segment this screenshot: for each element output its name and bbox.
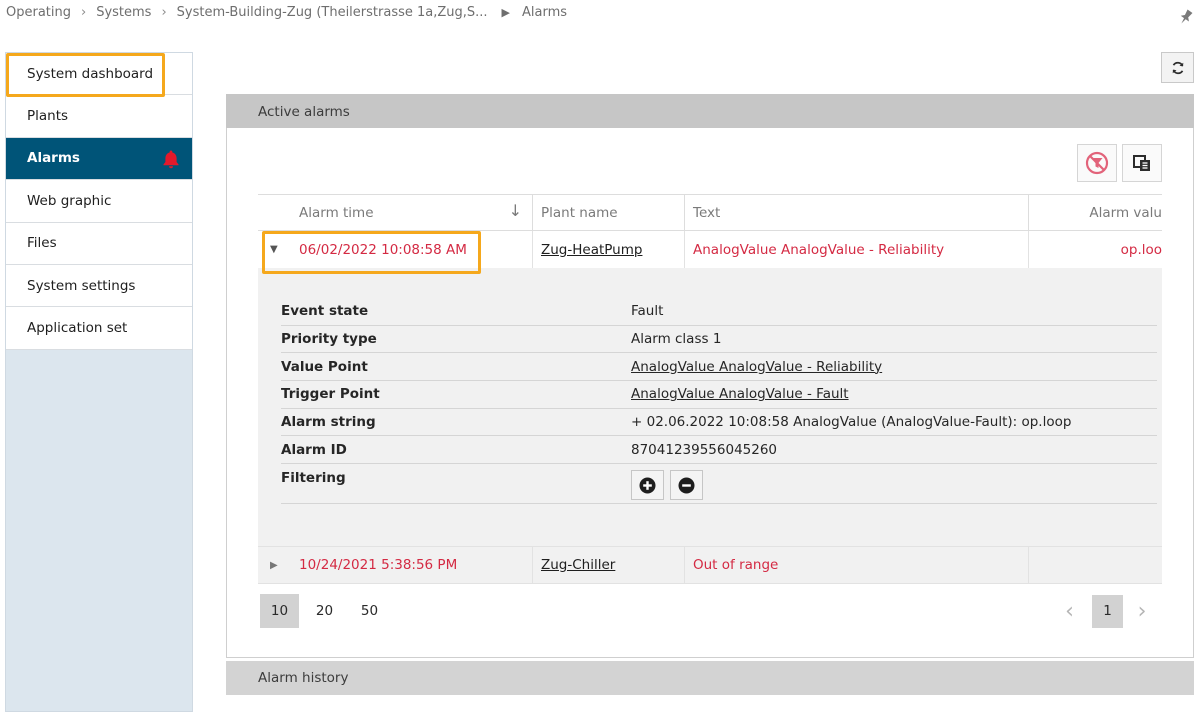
sidebar-item-label: System dashboard: [27, 65, 154, 82]
refresh-icon: [1172, 61, 1183, 74]
chevron-right-icon: ›: [161, 5, 167, 20]
page-size-option[interactable]: 20: [305, 594, 344, 628]
minus-circle-icon: [678, 477, 695, 494]
refresh-button[interactable]: [1161, 52, 1194, 83]
chevron-right-icon: ›: [81, 5, 87, 20]
alarm-text: Out of range: [693, 557, 779, 573]
sidebar: System dashboard Plants Alarms Web graph…: [5, 52, 193, 712]
alarm-time: 06/02/2022 10:08:58 AM: [299, 241, 467, 258]
alarm-time-cell: ▼ 06/02/2022 10:08:58 AM: [258, 231, 533, 268]
pin-icon[interactable]: [1177, 8, 1195, 26]
trigger-point-link[interactable]: AnalogValue AnalogValue - Fault: [631, 386, 849, 402]
detail-value: 87041239556045260: [631, 441, 778, 458]
breadcrumb-operating[interactable]: Operating: [6, 5, 71, 20]
plant-link[interactable]: Zug-HeatPump: [541, 242, 642, 258]
filter-clear-icon: [1085, 151, 1109, 175]
detail-row-alarm-id: Alarm ID 87041239556045260: [281, 437, 1157, 465]
sidebar-item-label: Application set: [27, 320, 128, 337]
value-point-link[interactable]: AnalogValue AnalogValue - Reliability: [631, 359, 882, 375]
expand-caret-icon[interactable]: ▶: [270, 560, 299, 571]
sidebar-item-label: Alarms: [27, 150, 80, 167]
plus-circle-icon: [639, 477, 656, 494]
column-label: Alarm time: [299, 204, 374, 221]
breadcrumb-systems[interactable]: Systems: [96, 5, 151, 20]
detail-row-alarm-string: Alarm string + 02.06.2022 10:08:58 Analo…: [281, 409, 1157, 437]
detail-row-priority-type: Priority type Alarm class 1: [281, 326, 1157, 354]
alarm-value: op.loo: [1120, 241, 1162, 258]
triangle-right-icon: ▶: [501, 6, 511, 19]
column-header-text[interactable]: Text: [685, 195, 1029, 230]
alarm-history-header[interactable]: Alarm history: [226, 661, 1194, 695]
sidebar-item-label: Plants: [27, 108, 69, 125]
sidebar-item-label: System settings: [27, 277, 136, 294]
alarm-text: AnalogValue AnalogValue - Reliability: [693, 241, 945, 258]
column-settings-button[interactable]: [1122, 144, 1162, 182]
table-row[interactable]: ▶ 10/24/2021 5:38:56 PM Zug-Chiller Out …: [258, 546, 1162, 584]
collapse-caret-icon[interactable]: ▼: [270, 244, 299, 255]
plant-name-cell: Zug-Chiller: [533, 547, 685, 583]
sidebar-item-application-set[interactable]: Application set: [6, 307, 192, 350]
alarm-time: 10/24/2021 5:38:56 PM: [299, 557, 458, 573]
alarm-detail-panel: Event state Fault Priority type Alarm cl…: [258, 268, 1162, 546]
active-alarms-title: Active alarms: [258, 103, 350, 120]
detail-label: Alarm ID: [281, 441, 347, 458]
text-cell: Out of range: [685, 547, 1029, 583]
breadcrumb-system-building[interactable]: System-Building-Zug (Theilerstrasse 1a,Z…: [177, 5, 488, 20]
plant-name-cell: Zug-HeatPump: [533, 231, 685, 268]
sidebar-item-web-graphic[interactable]: Web graphic: [6, 180, 192, 223]
filter-buttons: [631, 470, 709, 501]
alarm-value-cell: op.loo: [1029, 231, 1162, 268]
table-header: Alarm time ↓ Plant name Text Alarm valu: [258, 194, 1162, 231]
detail-value: Fault: [631, 303, 664, 320]
detail-row-trigger-point: Trigger Point AnalogValue AnalogValue - …: [281, 381, 1157, 409]
column-header-alarm-time[interactable]: Alarm time ↓: [258, 195, 533, 230]
remove-filter-button[interactable]: [670, 470, 703, 501]
detail-label: Priority type: [281, 331, 377, 348]
column-header-plant-name[interactable]: Plant name: [533, 195, 685, 230]
next-page-button[interactable]: ›: [1123, 594, 1161, 628]
prev-page-button[interactable]: ‹: [1050, 594, 1089, 628]
column-label: Alarm valu: [1089, 204, 1162, 221]
detail-label: Filtering: [281, 470, 346, 487]
column-label: Text: [693, 204, 721, 221]
alarm-history-title: Alarm history: [258, 670, 349, 686]
table-row[interactable]: ▼ 06/02/2022 10:08:58 AM Zug-HeatPump An…: [258, 231, 1162, 269]
breadcrumb: Operating › Systems › System-Building-Zu…: [6, 5, 567, 20]
bell-icon: [163, 150, 179, 168]
detail-label: Trigger Point: [281, 386, 380, 403]
column-label: Plant name: [541, 204, 618, 221]
alarm-time-cell: ▶ 10/24/2021 5:38:56 PM: [258, 547, 533, 583]
detail-row-filtering: Filtering: [281, 464, 1157, 505]
breadcrumb-alarms: Alarms: [522, 5, 568, 20]
detail-label: Event state: [281, 303, 369, 320]
current-page[interactable]: 1: [1092, 594, 1123, 628]
detail-value: Alarm class 1: [631, 331, 722, 348]
sidebar-item-alarms[interactable]: Alarms: [6, 137, 192, 181]
sidebar-item-label: Files: [27, 235, 57, 252]
alarm-value-cell: [1029, 547, 1162, 583]
detail-value: + 02.06.2022 10:08:58 AnalogValue (Analo…: [631, 414, 1072, 431]
sort-down-icon[interactable]: ↓: [509, 201, 522, 220]
detail-label: Alarm string: [281, 414, 376, 431]
active-alarms-header[interactable]: Active alarms: [226, 94, 1194, 129]
pagination: ‹ 1 ›: [1050, 594, 1161, 628]
detail-row-event-state: Event state Fault: [281, 298, 1157, 326]
sidebar-item-label: Web graphic: [27, 192, 112, 209]
sidebar-item-plants[interactable]: Plants: [6, 95, 192, 138]
detail-row-value-point: Value Point AnalogValue AnalogValue - Re…: [281, 353, 1157, 382]
clear-filter-button[interactable]: [1077, 144, 1117, 182]
sidebar-item-files[interactable]: Files: [6, 222, 192, 265]
sidebar-item-system-dashboard[interactable]: System dashboard: [6, 53, 192, 96]
column-header-alarm-value[interactable]: Alarm valu: [1029, 195, 1162, 230]
plant-link[interactable]: Zug-Chiller: [541, 557, 615, 573]
add-filter-button[interactable]: [631, 470, 664, 501]
page-size-option[interactable]: 50: [350, 594, 389, 628]
sidebar-item-system-settings[interactable]: System settings: [6, 264, 192, 308]
page-size-option[interactable]: 10: [260, 594, 299, 628]
text-cell: AnalogValue AnalogValue - Reliability: [685, 231, 1029, 268]
copy-columns-icon: [1133, 155, 1150, 171]
detail-label: Value Point: [281, 358, 368, 375]
page-size-selector: 10 20 50: [260, 594, 389, 628]
